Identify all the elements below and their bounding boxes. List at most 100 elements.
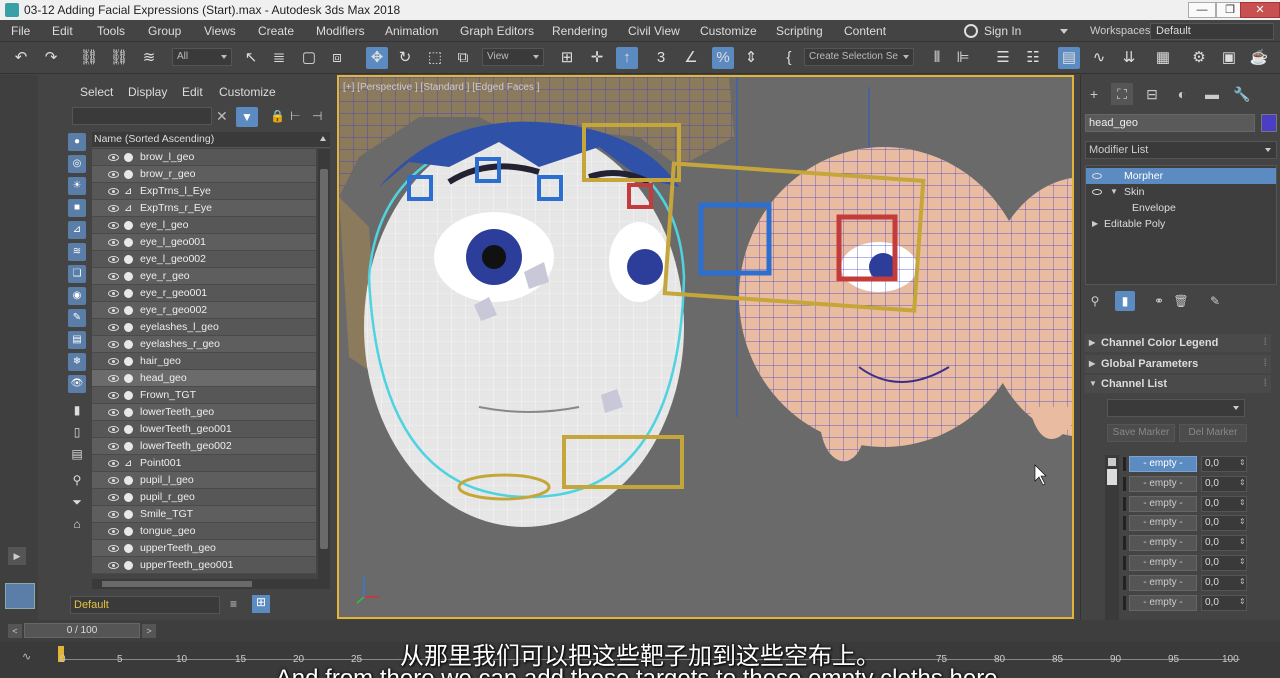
move-icon[interactable]: ✥ [366,47,388,69]
eye-icon[interactable] [108,256,119,263]
rendered-frame-window-icon[interactable]: ▣ [1218,47,1240,69]
stack-item-skin[interactable]: ▼ Skin [1086,184,1276,200]
angle-snap-icon[interactable]: ∠ [680,47,702,69]
expand-arrow-icon[interactable]: ▶ [8,547,26,565]
menu-views[interactable]: Views [204,24,236,38]
rollout-channel-color-legend[interactable]: ▶ Channel Color Legend ⁞ [1085,334,1271,352]
create-tab-icon[interactable]: + [1083,83,1105,105]
list-item[interactable]: eyelashes_r_geo [92,336,316,353]
rollout-channel-list[interactable]: ▼ Channel List ⁞ [1085,375,1271,393]
spinner-arrows-icon[interactable]: ⇕ [1239,517,1246,526]
list-item[interactable]: brow_l_geo [92,149,316,166]
clear-search-icon[interactable]: ✕ [216,108,228,125]
viewport-layout-button[interactable] [5,583,35,609]
list-item[interactable]: eye_r_geo001 [92,285,316,302]
filter-icon[interactable]: ▼ [236,107,258,127]
hierarchy-icon[interactable]: ⊢ [290,109,300,123]
channel-name-button[interactable]: - empty - [1129,495,1197,512]
channel-name-button[interactable]: - empty - [1129,574,1197,591]
eye-icon[interactable] [108,222,119,229]
spinner-arrows-icon[interactable]: ⇕ [1239,537,1246,546]
toggle-ribbon-icon[interactable]: ▤ [1058,47,1080,69]
channel-name-button[interactable]: - empty - [1129,475,1197,492]
selection-set-icon[interactable]: ⌂ [68,515,86,533]
menu-create[interactable]: Create [258,24,294,38]
spinner-arrows-icon[interactable]: ⇕ [1239,498,1246,507]
channel-name-button[interactable]: - empty - [1129,535,1197,552]
remove-modifier-icon[interactable]: 🗑 [1171,291,1191,311]
list-item[interactable]: eye_r_geo [92,268,316,285]
xrefs-filter-icon[interactable]: ◉ [68,287,86,305]
eye-icon[interactable] [108,562,119,569]
marker-select[interactable] [1107,399,1245,417]
scroll-thumb[interactable] [1107,469,1117,485]
scroll-thumb[interactable] [102,581,252,587]
hierarchy-tab-icon[interactable]: ⊟ [1141,83,1163,105]
list-item[interactable]: tongue_geo [92,523,316,540]
layer-select[interactable]: Default [70,596,220,614]
menu-civil-view[interactable]: Civil View [628,24,680,38]
render-production-icon[interactable]: ☕ [1248,47,1270,69]
list-item[interactable]: ⊿ Point001 [92,455,316,472]
workspace-select[interactable]: Default [1150,23,1274,40]
explorer-menu-edit[interactable]: Edit [182,85,203,99]
list-item[interactable]: eyelashes_l_geo [92,319,316,336]
eye-icon[interactable] [1092,189,1102,195]
stack-item-envelope[interactable]: Envelope [1086,200,1276,216]
spinner-snap-icon[interactable]: ⇕ [740,47,762,69]
link-icon[interactable]: ⛓ [78,47,100,69]
show-end-result-icon[interactable]: ▮ [1115,291,1135,311]
list-item[interactable]: Smile_TGT [92,506,316,523]
rotate-icon[interactable]: ↻ [394,47,416,69]
schematic-view-icon[interactable]: ⇊ [1118,47,1140,69]
stack-item-editable-poly[interactable]: ▶ Editable Poly [1086,216,1276,232]
render-setup-icon[interactable]: ⚙ [1188,47,1210,69]
spinner-arrows-icon[interactable]: ⇕ [1239,577,1246,586]
expand-right-icon[interactable]: ▶ [1092,216,1098,232]
eye-icon[interactable] [108,171,119,178]
cameras-filter-icon[interactable]: ■ [68,199,86,217]
explorer-menu-customize[interactable]: Customize [219,85,276,99]
menu-modifiers[interactable]: Modifiers [316,24,365,38]
eye-icon[interactable] [1092,173,1102,179]
list-item[interactable]: upperTeeth_geo [92,540,316,557]
sign-in-button[interactable]: Sign In [964,22,1072,40]
snaps-toggle-icon[interactable]: 3 [650,47,672,69]
save-marker-button[interactable]: Save Marker [1107,424,1175,442]
select-object-icon[interactable]: ↖ [240,47,262,69]
eye-icon[interactable] [108,324,119,331]
spinner-arrows-icon[interactable]: ⇕ [1239,478,1246,487]
make-unique-icon[interactable]: ⚭ [1149,291,1169,311]
ref-coord-select[interactable]: View [482,48,544,66]
menu-file[interactable]: File [11,24,30,38]
explorer-column-header[interactable]: Name (Sorted Ascending) [92,132,330,148]
list-item[interactable]: eye_r_geo002 [92,302,316,319]
eye-icon[interactable] [108,528,119,535]
configure-sets-icon[interactable]: ✎ [1205,291,1225,311]
curve-editor-icon[interactable]: ∿ [1088,47,1110,69]
lock-icon[interactable]: 🔒 [270,109,285,123]
named-selection-select[interactable]: Create Selection Se [804,48,914,66]
material-editor-icon[interactable]: ▦ [1152,47,1174,69]
list-item[interactable]: lowerTeeth_geo002 [92,438,316,455]
channel-name-button[interactable]: - empty - [1129,515,1197,532]
hierarchy-alt-icon[interactable]: ⊣ [312,109,322,123]
list-item[interactable]: eye_l_geo001 [92,234,316,251]
menu-group[interactable]: Group [148,24,181,38]
select-by-name-icon[interactable]: ≣ [268,47,290,69]
explorer-vertical-scrollbar[interactable] [318,149,330,579]
menu-rendering[interactable]: Rendering [552,24,607,38]
perspective-viewport[interactable]: [+] [Perspective ] [Standard ] [Edged Fa… [337,75,1074,619]
scroll-thumb[interactable] [320,169,328,549]
groups-filter-icon[interactable]: ❏ [68,265,86,283]
eye-icon[interactable] [108,307,119,314]
keyboard-shortcut-override-icon[interactable]: ↑ [616,47,638,69]
selection-filter-select[interactable]: All [172,48,232,66]
window-crossing-icon[interactable]: ⧈ [326,47,348,69]
eye-icon[interactable] [108,409,119,416]
utilities-tab-icon[interactable]: 🔧 [1231,83,1253,105]
eye-icon[interactable] [108,511,119,518]
eye-icon[interactable] [108,477,119,484]
menu-tools[interactable]: Tools [97,24,125,38]
object-name-field[interactable]: head_geo [1085,114,1255,132]
